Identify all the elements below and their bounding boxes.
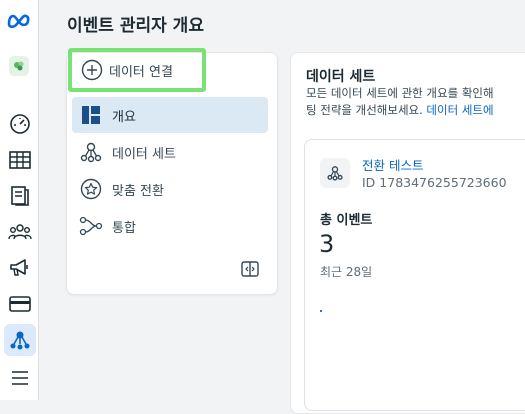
description-line-2: 팅 전략을 개선해보세요. 데이터 세트에 bbox=[306, 102, 525, 119]
dataset-id: ID 1783476255723660 bbox=[362, 175, 507, 190]
section-description: 모든 데이터 세트에 관한 개요를 확인해 팅 전략을 개선해보세요. 데이터 … bbox=[306, 85, 525, 119]
catalog-icon[interactable] bbox=[4, 180, 36, 212]
billing-card-icon[interactable] bbox=[4, 288, 36, 320]
business-account-icon[interactable] bbox=[9, 56, 29, 76]
description-line-1: 모든 데이터 세트에 관한 개요를 확인해 bbox=[306, 86, 494, 100]
connect-data-button[interactable]: 데이터 연결 bbox=[68, 48, 206, 92]
dataset-name-link[interactable]: 전환 테스트 bbox=[362, 155, 423, 174]
nav-item-label: 맞춤 전환 bbox=[112, 183, 164, 199]
collapse-panel-icon[interactable] bbox=[239, 259, 261, 279]
section-title: 데이터 세트 bbox=[306, 69, 376, 85]
overview-icon bbox=[78, 105, 104, 125]
nav-item-datasets[interactable]: 데이터 세트 bbox=[72, 134, 268, 170]
table-icon[interactable] bbox=[4, 144, 36, 176]
stat-period: 최근 28일 bbox=[320, 265, 373, 279]
integration-icon bbox=[78, 216, 104, 236]
star-icon bbox=[78, 178, 104, 200]
add-circle-icon bbox=[81, 59, 103, 81]
connect-data-label: 데이터 연결 bbox=[109, 64, 173, 80]
sparkline bbox=[320, 310, 322, 312]
nav-item-integrations[interactable]: 통합 bbox=[72, 208, 268, 244]
page-title: 이벤트 관리자 개요 bbox=[67, 16, 204, 36]
nav-item-custom-conversions[interactable]: 맞춤 전환 bbox=[72, 171, 268, 207]
stat-label: 총 이벤트 bbox=[320, 213, 373, 228]
audience-icon[interactable] bbox=[4, 216, 36, 248]
meta-logo-icon[interactable] bbox=[6, 12, 32, 32]
datasets-link[interactable]: 데이터 세트에 bbox=[426, 103, 493, 117]
nav-item-label: 통합 bbox=[112, 220, 136, 236]
app-rail bbox=[0, 0, 39, 400]
nav-item-label: 데이터 세트 bbox=[112, 146, 176, 162]
dataset-icon bbox=[78, 141, 104, 163]
nav-item-overview[interactable]: 개요 bbox=[72, 97, 268, 133]
events-manager-icon[interactable] bbox=[4, 324, 36, 356]
gauge-icon[interactable] bbox=[4, 108, 36, 140]
description-text: 팅 전략을 개선해보세요. bbox=[306, 103, 423, 117]
dataset-icon bbox=[320, 158, 350, 188]
stat-value: 3 bbox=[319, 230, 335, 258]
megaphone-icon[interactable] bbox=[4, 252, 36, 284]
nav-item-label: 개요 bbox=[112, 109, 136, 125]
menu-icon[interactable] bbox=[4, 362, 36, 394]
